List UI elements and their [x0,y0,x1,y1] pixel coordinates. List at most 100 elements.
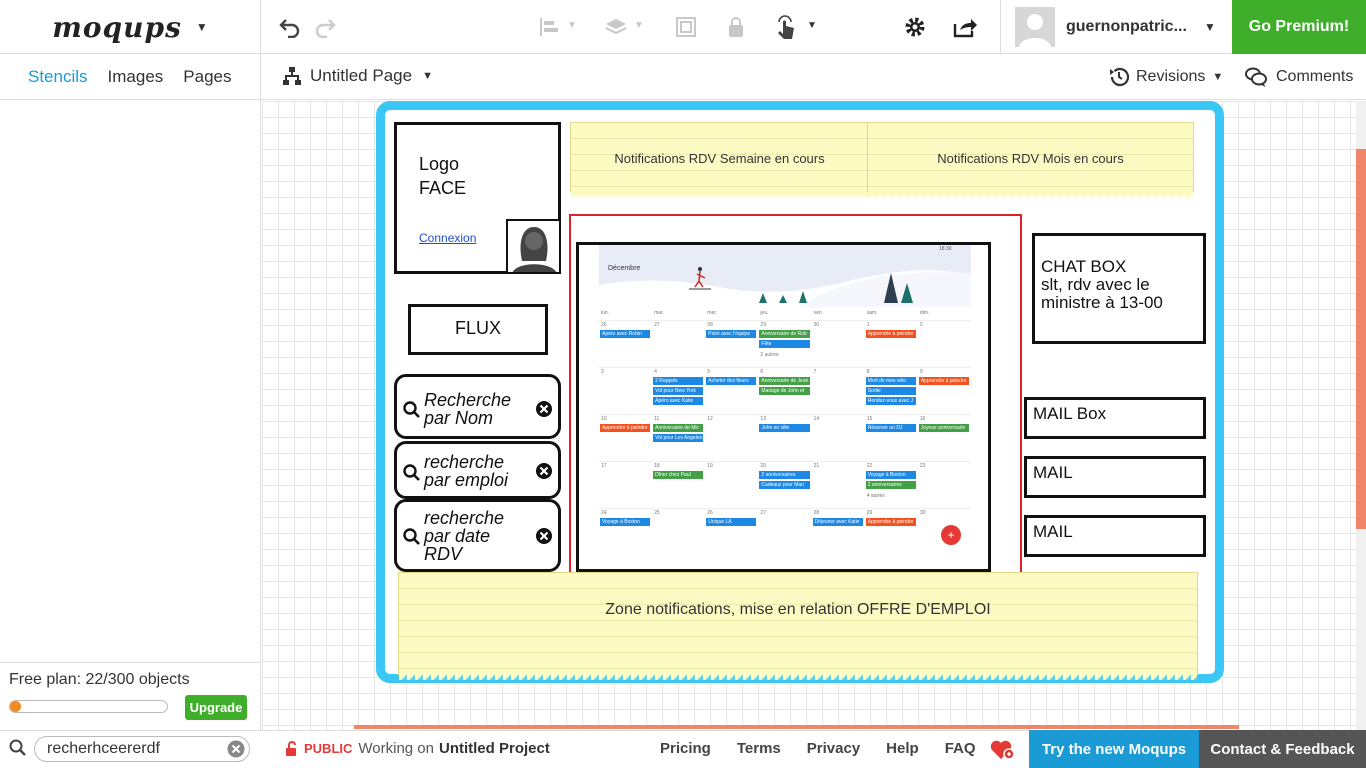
chevron-down-icon: ▼ [195,20,208,34]
user-avatar-placeholder [506,219,561,274]
user-menu[interactable]: guernonpatric... ▼ [1000,0,1232,54]
calendar-event[interactable]: Apéro avec Robin [600,330,651,338]
page-selector[interactable]: Untitled Page ▼ [282,66,433,86]
calendar-event[interactable]: Mariage de John et [759,387,810,395]
calendar-event[interactable]: Acheter des fleurs [706,377,757,385]
day-number: 29 [866,510,873,516]
zone-notifications-sticky[interactable]: Zone notifications, mise en relation OFF… [398,572,1198,680]
calendar-month: Décembre [608,265,641,272]
faq-link[interactable]: FAQ [945,740,976,757]
flux-box[interactable]: FLUX [408,304,548,355]
contact-feedback-button[interactable]: Contact & Feedback [1199,730,1366,768]
clear-icon[interactable] [535,400,553,418]
calendar-event[interactable]: Réserver un DJ [865,424,916,432]
more-events[interactable]: 2 autres [760,352,778,358]
calendar-event[interactable]: Vol pour New York [653,387,704,395]
calendar-screenshot[interactable]: Décembre 18:30 lun. mar. mer. jeu. ven. sam. d… [576,242,991,572]
calendar-event[interactable]: Dîner chez Paul [653,471,704,479]
upgrade-button[interactable]: Upgrade [185,695,247,720]
terms-link[interactable]: Terms [737,740,781,757]
tab-stencils[interactable]: Stencils [28,67,88,87]
tab-pages[interactable]: Pages [183,67,231,87]
tab-images[interactable]: Images [108,67,164,87]
search-by-date[interactable]: recherche par date RDV [394,499,561,572]
try-new-moqups-button[interactable]: Try the new Moqups [1029,730,1199,768]
weekday-label: dim. [919,310,930,316]
day-number: 22 [866,463,873,469]
pricing-link[interactable]: Pricing [660,740,711,757]
clear-search-icon[interactable] [227,740,245,758]
redo-icon[interactable] [312,14,338,40]
calendar-event[interactable]: Joyeux anniversaire [918,424,969,432]
chevron-down-icon: ▼ [1212,71,1224,83]
undo-icon[interactable] [277,14,303,40]
calendar-event[interactable]: Apprendre à peindre [865,330,916,338]
calendar-event[interactable]: Unique LA [706,518,757,526]
group-icon[interactable] [673,14,699,40]
calendar-event[interactable]: Sortie [865,387,916,395]
share-icon[interactable] [952,14,978,40]
mail-item[interactable]: MAIL [1024,456,1206,498]
calendar-event[interactable]: Cadeaux pour Mari [759,481,810,489]
mail-box[interactable]: MAIL Box [1024,397,1206,439]
connexion-link[interactable]: Connexion [419,231,476,245]
calendar-event[interactable]: 2 Rappels [653,377,704,385]
calendar-event[interactable]: John en ville [759,424,810,432]
search-by-job[interactable]: recherche par emploi [394,441,561,499]
calendar-event[interactable]: Déjeuner avec Katie [812,518,863,526]
chat-box[interactable]: CHAT BOX slt, rdv avec le ministre à 13-… [1032,233,1206,344]
lock-icon[interactable] [723,14,749,40]
calendar-header [599,245,971,307]
notif-week-sticky[interactable]: Notifications RDV Semaine en cours [570,122,869,197]
calendar-event[interactable]: Voyage à Boston [600,518,651,526]
gear-icon[interactable] [902,14,928,40]
calendar-event[interactable]: Fête [759,340,810,348]
app-logo-menu[interactable]: moqups ▼ [0,0,261,54]
day-number: 8 [866,369,870,375]
footer-links: Pricing Terms Privacy Help FAQ [660,740,1002,757]
project-name[interactable]: Untitled Project [439,740,550,757]
mail-item[interactable]: MAIL [1024,515,1206,557]
search-input[interactable] [47,740,217,758]
calendar-event[interactable]: Mort de mes vélo [865,377,916,385]
align-icon[interactable] [536,14,562,40]
add-event-fab[interactable]: + [941,525,961,545]
calendar-event[interactable]: Anniversaire de Rob [759,330,810,338]
public-badge[interactable]: PUBLIC [304,741,352,756]
calendar-event[interactable]: Apprendre à peindre [865,518,916,526]
help-link[interactable]: Help [886,740,919,757]
notif-month-sticky[interactable]: Notifications RDV Mois en cours [867,122,1194,197]
calendar-event[interactable]: 2 anniversaires [759,471,810,479]
more-events[interactable]: 4 autres [867,493,885,499]
clear-icon[interactable] [535,527,553,545]
clear-icon[interactable] [535,462,553,480]
comments-button[interactable]: Comments [1244,66,1353,88]
day-number: 26 [707,510,713,516]
search2-line1: recherche [424,452,505,472]
calendar-event[interactable]: Anniversaire de Jean [759,377,810,385]
interaction-icon[interactable] [773,14,799,40]
calendar-event[interactable]: Apprendre à peindre [918,377,969,385]
horizontal-scrollbar[interactable] [354,725,1239,729]
heart-icon[interactable] [990,739,1016,761]
vertical-scrollbar[interactable] [1356,101,1366,730]
calendar-event[interactable]: Voyage à Boston [865,471,916,479]
unlock-icon [286,740,296,756]
working-on-text: Working on [358,740,434,757]
go-premium-button[interactable]: Go Premium! [1232,0,1366,54]
calendar-event[interactable]: Vol pour Los Angeles [653,434,704,442]
calendar-event[interactable]: Apprendre à peindre [600,424,651,432]
revisions-button[interactable]: Revisions ▼ [1108,66,1223,88]
calendar-event[interactable]: Anniversaire de Mic [653,424,704,432]
privacy-link[interactable]: Privacy [807,740,860,757]
day-number: 15 [866,416,873,422]
calendar-event[interactable]: Rendez-vous avec J [865,397,916,405]
calendar-event[interactable]: Apéro avec Katie [653,397,704,405]
search-by-name[interactable]: Recherche par Nom [394,374,561,439]
layers-icon[interactable] [603,14,629,40]
calendar-event[interactable]: 2 anniversaires [865,481,916,489]
day-number: 11 [654,416,660,422]
calendar-event[interactable]: Point avec l'équipe [706,330,757,338]
day-number: 27 [654,322,660,328]
mail-label: MAIL [1033,463,1073,482]
